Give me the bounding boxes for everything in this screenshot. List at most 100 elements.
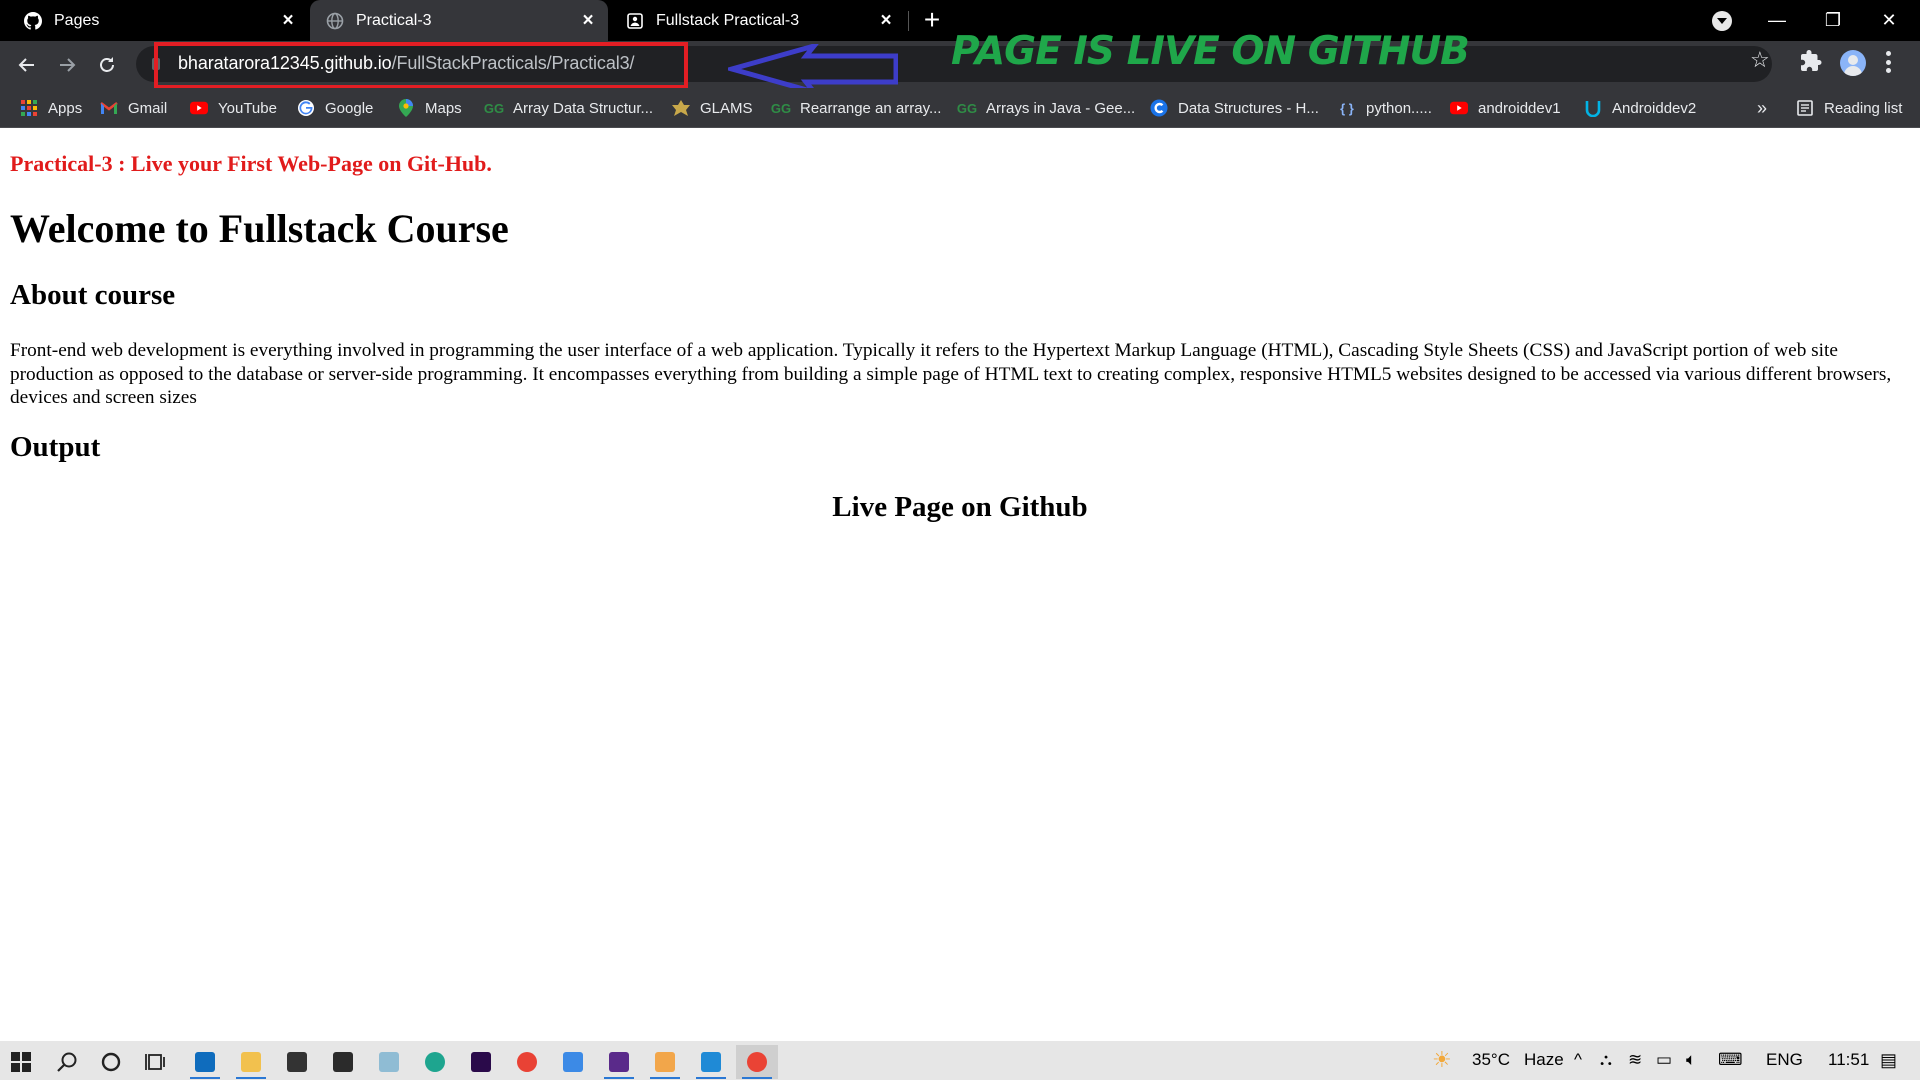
taskbar-todo-app[interactable] — [552, 1045, 594, 1079]
bookmark-google[interactable]: Google — [297, 96, 373, 120]
bookmark-label: Maps — [425, 99, 462, 117]
bookmark-androiddev1[interactable]: androiddev1 — [1450, 96, 1561, 120]
taskbar-chrome-app[interactable] — [506, 1045, 548, 1079]
bookmark-label: Array Data Structur... — [513, 99, 654, 117]
close-window-button[interactable]: ✕ — [1866, 6, 1912, 34]
bookmarks-bar: Apps Gmail YouTube Google Maps GG Array … — [0, 88, 1920, 128]
web-page-content: Practical-3 : Live your First Web-Page o… — [0, 129, 1920, 1041]
bookmark-data-structures[interactable]: Data Structures - H... — [1150, 96, 1319, 120]
tab-fullstack-practical-3[interactable]: Fullstack Practical-3 × — [610, 0, 906, 41]
globe-icon — [326, 12, 344, 30]
output-heading: Output — [10, 431, 101, 463]
intellij-icon — [609, 1052, 629, 1072]
tab-pages[interactable]: Pages × — [8, 0, 308, 41]
bookmark-label: Gmail — [128, 99, 168, 117]
bookmark-python[interactable]: { } python..... — [1338, 96, 1432, 120]
weather-temperature[interactable]: 35°C — [1472, 1050, 1510, 1070]
weather-icon[interactable]: ☀ — [1432, 1047, 1452, 1073]
reading-list-icon — [1796, 99, 1814, 117]
bookmark-label: Rearrange an array... — [800, 99, 942, 117]
task-view-button[interactable] — [136, 1045, 178, 1079]
clock-time[interactable]: 11:51 — [1828, 1050, 1869, 1070]
windows-logo-icon — [11, 1052, 31, 1072]
reading-list-button[interactable]: Reading list — [1796, 96, 1902, 120]
start-button[interactable] — [0, 1045, 42, 1079]
taskbar-store-app[interactable] — [276, 1045, 318, 1079]
page-icon — [626, 12, 644, 30]
taskbar-intellij-app[interactable] — [598, 1045, 640, 1079]
taskbar-notion-app[interactable] — [322, 1045, 364, 1079]
back-button[interactable] — [12, 50, 42, 80]
language-indicator[interactable]: ENG — [1766, 1050, 1803, 1070]
network-icon[interactable]: ⛬ — [1600, 1050, 1612, 1070]
about-course-heading: About course — [10, 279, 176, 311]
show-hidden-icons-icon[interactable]: ^ — [1574, 1050, 1582, 1070]
taskbar-edge-browser[interactable] — [414, 1045, 456, 1079]
forward-arrow-icon — [60, 58, 76, 72]
edge-icon — [425, 1052, 445, 1072]
about-course-paragraph: Front-end web development is everything … — [10, 340, 1892, 408]
reload-icon — [100, 57, 114, 72]
notes-icon — [379, 1052, 399, 1072]
close-tab-icon[interactable]: × — [578, 10, 598, 30]
glams-icon — [672, 99, 690, 117]
restore-button[interactable]: ❐ — [1810, 6, 1856, 34]
geeksforgeeks-icon: GG — [770, 100, 792, 116]
bookmark-star-icon[interactable]: ☆ — [1750, 47, 1770, 73]
tab-search-icon[interactable] — [1712, 11, 1732, 31]
gmail-icon — [100, 99, 118, 117]
taskbar-chrome-profile-app[interactable] — [736, 1045, 778, 1079]
windows-taskbar: ☀ 35°C Haze ^ ⛬ ≋ ▭ 🔈︎ ⌨ ENG 11:51 ▤ — [0, 1041, 1920, 1080]
minimize-button[interactable]: — — [1754, 6, 1800, 34]
bookmark-apps[interactable]: Apps — [20, 96, 82, 120]
chrome-icon — [517, 1052, 537, 1072]
tab-practical-3[interactable]: Practical-3 × — [310, 0, 608, 41]
bookmark-maps[interactable]: Maps — [397, 96, 462, 120]
bookmark-glams[interactable]: GLAMS — [672, 96, 753, 120]
extensions-icon[interactable] — [1800, 50, 1822, 72]
notion-icon — [333, 1052, 353, 1072]
taskbar-file-explorer[interactable] — [230, 1045, 272, 1079]
more-bookmarks-button[interactable]: » — [1757, 96, 1767, 120]
bookmark-arrays-in-java[interactable]: GG Arrays in Java - Gee... — [956, 96, 1136, 120]
bookmark-youtube[interactable]: YouTube — [190, 96, 277, 120]
taskbar-mail-app[interactable] — [184, 1045, 226, 1079]
bookmark-array-data-structure[interactable]: GG Array Data Structur... — [484, 96, 654, 120]
taskbar-notes-app[interactable] — [368, 1045, 410, 1079]
tab-title: Fullstack Practical-3 — [656, 11, 800, 29]
bookmark-androiddev2[interactable]: Androiddev2 — [1584, 96, 1696, 120]
browser-window: Pages × Practical-3 × Fullstack Practica… — [0, 0, 1920, 1080]
forward-button[interactable] — [52, 50, 82, 80]
browser-menu-icon[interactable] — [1886, 51, 1892, 73]
taskbar-vscode-app[interactable] — [690, 1045, 732, 1079]
bookmark-gmail[interactable]: Gmail — [100, 96, 167, 120]
notifications-icon[interactable]: ▤ — [1880, 1050, 1897, 1071]
youtube-icon — [190, 99, 208, 117]
codechef-icon — [1150, 99, 1168, 117]
bookmark-label: Arrays in Java - Gee... — [986, 99, 1136, 117]
close-tab-icon[interactable]: × — [278, 10, 298, 30]
bookmark-label: Google — [325, 99, 374, 117]
weather-description[interactable]: Haze — [1524, 1050, 1564, 1070]
keyboard-icon[interactable]: ⌨ — [1718, 1050, 1743, 1070]
search-button[interactable] — [46, 1045, 88, 1079]
bookmark-rearrange-array[interactable]: GG Rearrange an array... — [770, 96, 942, 120]
bookmark-label: YouTube — [218, 99, 277, 117]
close-tab-icon[interactable]: × — [876, 10, 896, 30]
taskbar-media-app[interactable] — [644, 1045, 686, 1079]
geeksforgeeks-icon: GG — [956, 100, 978, 116]
task-view-icon — [145, 1054, 165, 1070]
tab-title: Practical-3 — [356, 11, 432, 29]
volume-icon[interactable]: 🔈︎ — [1686, 1050, 1696, 1070]
wifi-icon[interactable]: ≋ — [1628, 1050, 1642, 1070]
practical-title: Practical-3 : Live your First Web-Page o… — [10, 151, 492, 176]
braces-icon: { } — [1340, 100, 1354, 116]
url-highlight-box — [154, 42, 688, 89]
reload-button[interactable] — [92, 50, 122, 80]
profile-avatar[interactable] — [1840, 50, 1866, 76]
battery-icon[interactable]: ▭ — [1656, 1050, 1672, 1070]
taskbar-premiere-app[interactable] — [460, 1045, 502, 1079]
tab-separator — [908, 11, 909, 31]
new-tab-button[interactable]: + — [918, 6, 946, 35]
cortana-button[interactable] — [90, 1045, 132, 1079]
